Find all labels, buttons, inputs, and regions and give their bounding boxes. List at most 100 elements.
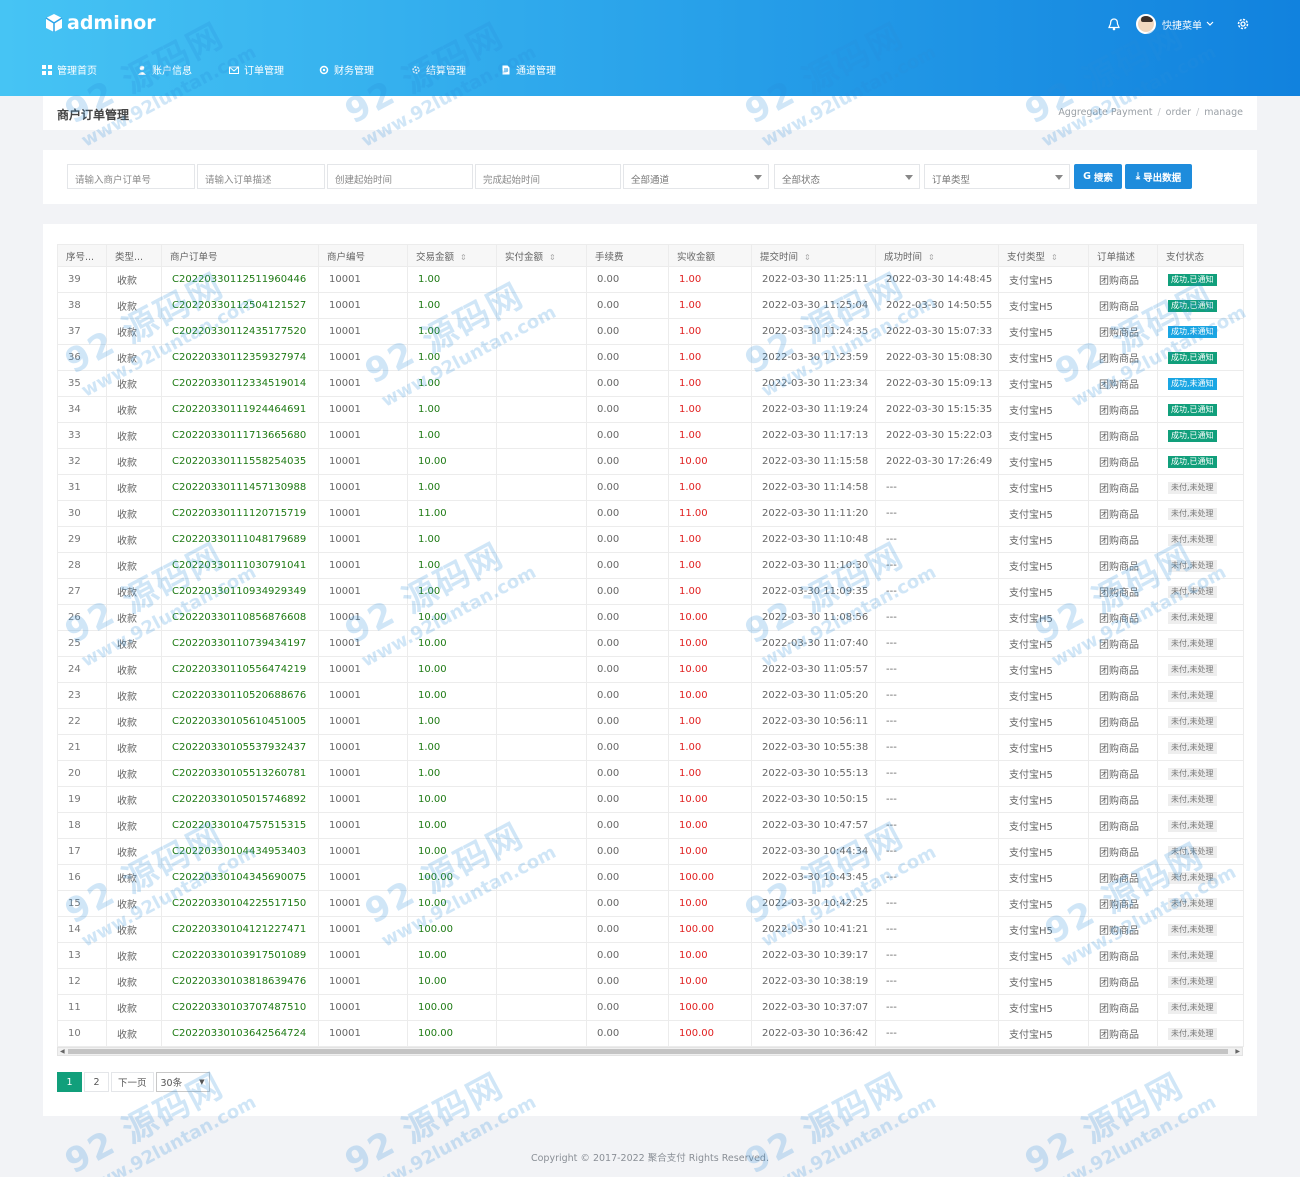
table-row[interactable]: 22 收款 C20220330105610451005 10001 1.00 0.00 1.… [57, 708, 1244, 735]
column-header[interactable]: 提交时间 ⇕ [751, 244, 876, 267]
search-button[interactable]: G 搜索 [1074, 164, 1122, 189]
scroll-left-arrow-icon[interactable]: ◀ [60, 1048, 65, 1055]
table-row[interactable]: 14 收款 C20220330104121227471 10001 100.00 0.00… [57, 916, 1244, 943]
table-row[interactable]: 24 收款 C20220330110556474219 10001 10.00 0.00 1… [57, 656, 1244, 683]
table-cell: 2022-03-30 11:19:24 [751, 396, 876, 423]
table-cell: C20220330105015746892 [161, 786, 319, 813]
table-row[interactable]: 38 收款 C20220330112504121527 10001 1.00 0.00 1.… [57, 292, 1244, 319]
status-cell: 成功,已通知 [1157, 266, 1244, 293]
table-cell: 1.00 [668, 578, 752, 605]
order-type-select[interactable]: 订单类型 [924, 164, 1070, 189]
table-row[interactable]: 13 收款 C20220330103917501089 10001 10.00 0.00 1… [57, 942, 1244, 969]
table-cell: 团购商品 [1088, 578, 1158, 605]
app-logo[interactable]: adminor [44, 12, 156, 34]
table-row[interactable]: 11 收款 C20220330103707487510 10001 100.00 0.00… [57, 994, 1244, 1021]
table-row[interactable]: 35 收款 C20220330112334519014 10001 1.00 0.00 1.… [57, 370, 1244, 397]
user-menu[interactable]: 快捷菜单 [1162, 17, 1202, 32]
column-header-label: 商户编号 [327, 251, 366, 263]
nav-item-orders[interactable]: 订单管理 [229, 62, 319, 77]
bell-icon[interactable] [1108, 17, 1120, 31]
sort-icon[interactable]: ⇕ [460, 253, 467, 262]
table-cell: 团购商品 [1088, 708, 1158, 735]
breadcrumb-item[interactable]: order [1166, 107, 1191, 118]
table-cell: 36 [57, 344, 107, 371]
order-no-input[interactable]: 请输入商户订单号 [67, 164, 195, 189]
status-select[interactable]: 全部状态 [774, 164, 920, 189]
status-badge: 未付,未处理 [1168, 845, 1217, 858]
create-start-time-input[interactable]: 创建起始时间 [327, 164, 473, 189]
grid-icon [42, 64, 52, 75]
table-row[interactable]: 23 收款 C20220330110520688676 10001 10.00 0.00 1… [57, 682, 1244, 709]
table-row[interactable]: 16 收款 C20220330104345690075 10001 100.00 0.00… [57, 864, 1244, 891]
table-cell: 支付宝H5 [998, 474, 1089, 501]
table-row[interactable]: 28 收款 C20220330111030791041 10001 1.00 0.00 1.… [57, 552, 1244, 579]
order-desc-input[interactable]: 请输入订单描述 [197, 164, 325, 189]
nav-item-settlement[interactable]: 结算管理 [411, 62, 501, 77]
table-row[interactable]: 10 收款 C20220330103642564724 10001 100.00 0.00… [57, 1020, 1244, 1047]
sort-icon[interactable]: ⇕ [804, 253, 811, 262]
table-cell: 支付宝H5 [998, 838, 1089, 865]
column-header[interactable]: 交易金额 ⇕ [407, 244, 497, 267]
table-row[interactable]: 32 收款 C20220330111558254035 10001 10.00 0.00 1… [57, 448, 1244, 475]
table-row[interactable]: 19 收款 C20220330105015746892 10001 10.00 0.00 1… [57, 786, 1244, 813]
table-row[interactable]: 30 收款 C20220330111120715719 10001 11.00 0.00 1… [57, 500, 1244, 527]
table-cell: 10001 [318, 812, 408, 839]
table-cell: 10.00 [668, 786, 752, 813]
table-row[interactable]: 33 收款 C20220330111713665680 10001 1.00 0.00 1.… [57, 422, 1244, 449]
finish-start-time-input[interactable]: 完成起始时间 [475, 164, 621, 189]
avatar[interactable] [1136, 14, 1156, 34]
export-button[interactable]: ⤓ 导出数据 [1125, 164, 1192, 189]
breadcrumb-item[interactable]: Aggregate Payment [1058, 107, 1152, 118]
settings-gear-icon[interactable] [1236, 17, 1250, 31]
sort-icon[interactable]: ⇕ [549, 253, 556, 262]
channel-select[interactable]: 全部通道 [623, 164, 769, 189]
scroll-right-arrow-icon[interactable]: ▶ [1235, 1048, 1240, 1055]
page-size-select[interactable]: 30条 ▼ [155, 1072, 210, 1092]
horizontal-scrollbar[interactable]: ◀ ▶ [57, 1047, 1243, 1056]
header-actions: 快捷菜单 [1108, 14, 1250, 34]
table-row[interactable]: 36 收款 C20220330112359327974 10001 1.00 0.00 1.… [57, 344, 1244, 371]
nav-item-channels[interactable]: 通道管理 [501, 62, 591, 77]
scrollbar-thumb[interactable] [68, 1049, 1228, 1054]
page-button-2[interactable]: 2 [84, 1072, 109, 1092]
table-cell: 支付宝H5 [998, 864, 1089, 891]
status-badge: 成功,已通知 [1168, 403, 1217, 416]
table-row[interactable]: 15 收款 C20220330104225517150 10001 10.00 0.00 1… [57, 890, 1244, 917]
table-cell: 13 [57, 942, 107, 969]
table-row[interactable]: 27 收款 C20220330110934929349 10001 1.00 0.00 1.… [57, 578, 1244, 605]
table-row[interactable]: 34 收款 C20220330111924464691 10001 1.00 0.00 1.… [57, 396, 1244, 423]
nav-item-home[interactable]: 管理首页 [42, 62, 137, 77]
table-row[interactable]: 29 收款 C20220330111048179689 10001 1.00 0.00 1.… [57, 526, 1244, 553]
table-cell: 0.00 [586, 838, 669, 865]
column-header-label: 类型... [115, 251, 144, 263]
table-cell: 收款 [106, 942, 162, 969]
table-row[interactable]: 25 收款 C20220330110739434197 10001 10.00 0.00 1… [57, 630, 1244, 657]
file-icon [502, 65, 510, 74]
nav-item-account[interactable]: 账户信息 [137, 62, 229, 77]
sort-icon[interactable]: ⇕ [1051, 253, 1058, 262]
table-cell: C20220330112504121527 [161, 292, 319, 319]
column-header[interactable]: 支付类型 ⇕ [998, 244, 1089, 267]
status-badge: 成功,已通知 [1168, 273, 1217, 286]
table-cell: 支付宝H5 [998, 708, 1089, 735]
table-row[interactable]: 26 收款 C20220330110856876608 10001 10.00 0.00 1… [57, 604, 1244, 631]
page-button-1[interactable]: 1 [57, 1072, 82, 1092]
table-cell: 2022-03-30 14:48:45 [875, 266, 999, 293]
table-row[interactable]: 31 收款 C20220330111457130988 10001 1.00 0.00 1.… [57, 474, 1244, 501]
sort-icon[interactable]: ⇕ [928, 253, 935, 262]
table-cell: 团购商品 [1088, 552, 1158, 579]
table-row[interactable]: 12 收款 C20220330103818639476 10001 10.00 0.00 1… [57, 968, 1244, 995]
table-row[interactable]: 37 收款 C20220330112435177520 10001 1.00 0.00 1.… [57, 318, 1244, 345]
table-row[interactable]: 39 收款 C20220330112511960446 10001 1.00 0.00 1.… [57, 266, 1244, 293]
nav-item-finance[interactable]: 财务管理 [319, 62, 411, 77]
next-page-button[interactable]: 下一页 [111, 1072, 154, 1092]
table-cell [496, 838, 587, 865]
column-header[interactable]: 实付金额 ⇕ [496, 244, 587, 267]
table-row[interactable]: 17 收款 C20220330104434953403 10001 10.00 0.00 1… [57, 838, 1244, 865]
table-row[interactable]: 18 收款 C20220330104757515315 10001 10.00 0.00 1… [57, 812, 1244, 839]
column-header[interactable]: 成功时间 ⇕ [875, 244, 999, 267]
table-cell: 1.00 [407, 578, 497, 605]
table-cell: 10001 [318, 526, 408, 553]
table-row[interactable]: 21 收款 C20220330105537932437 10001 1.00 0.00 1.… [57, 734, 1244, 761]
table-row[interactable]: 20 收款 C20220330105513260781 10001 1.00 0.00 1.… [57, 760, 1244, 787]
